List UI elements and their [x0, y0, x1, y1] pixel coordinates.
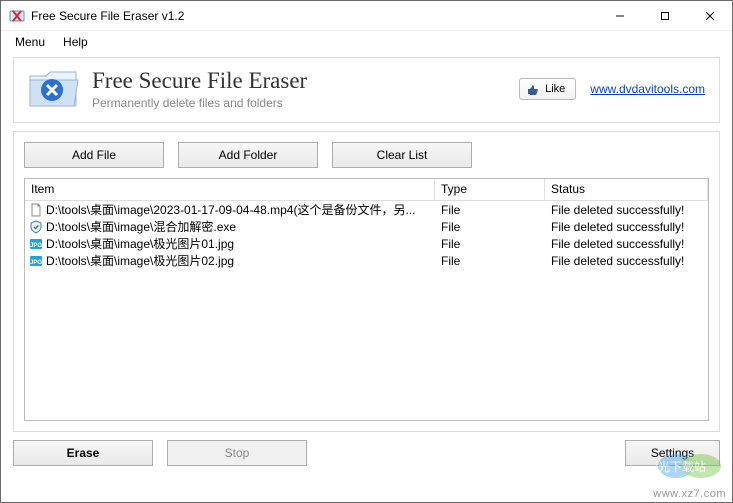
table-row[interactable]: JPG D:\tools\桌面\image\极光图片01.jpg FileFile …	[25, 235, 708, 252]
table-row[interactable]: D:\tools\桌面\image\混合加解密.exe FileFile dele…	[25, 218, 708, 235]
titlebar: Free Secure File Eraser v1.2	[1, 1, 732, 31]
file-icon	[29, 203, 43, 217]
bottom-row: Erase Stop Settings	[13, 440, 720, 466]
cell-status: File deleted successfully!	[545, 254, 708, 268]
header-text: Free Secure File Eraser Permanently dele…	[92, 68, 307, 110]
item-path: D:\tools\桌面\image\2023-01-17-09-04-48.mp…	[46, 201, 415, 218]
cell-status: File deleted successfully!	[545, 203, 708, 217]
main-panel: Add File Add Folder Clear List Item Type…	[13, 131, 720, 432]
folder-delete-icon	[28, 68, 80, 110]
col-status[interactable]: Status	[545, 179, 708, 200]
app-subtitle: Permanently delete files and folders	[92, 96, 307, 110]
item-path: D:\tools\桌面\image\极光图片01.jpg	[46, 235, 234, 252]
like-label: Like	[545, 83, 565, 95]
file-icon: JPG	[29, 237, 43, 251]
maximize-button[interactable]	[642, 1, 687, 30]
cell-type: File	[435, 203, 545, 217]
window-controls	[597, 1, 732, 30]
watermark-url: www.xz7.com	[653, 488, 726, 500]
table-row[interactable]: D:\tools\桌面\image\2023-01-17-09-04-48.mp…	[25, 201, 708, 218]
table-row[interactable]: JPG D:\tools\桌面\image\极光图片02.jpg FileFile …	[25, 252, 708, 269]
add-folder-button[interactable]: Add Folder	[178, 142, 318, 168]
menu-help[interactable]: Help	[55, 33, 96, 51]
item-path: D:\tools\桌面\image\混合加解密.exe	[46, 218, 236, 235]
svg-text:JPG: JPG	[30, 243, 42, 249]
close-button[interactable]	[687, 1, 732, 30]
clear-list-button[interactable]: Clear List	[332, 142, 472, 168]
app-title: Free Secure File Eraser	[92, 68, 307, 94]
cell-type: File	[435, 254, 545, 268]
cell-item: D:\tools\桌面\image\混合加解密.exe	[25, 218, 435, 235]
cell-item: JPG D:\tools\桌面\image\极光图片02.jpg	[25, 252, 435, 269]
add-file-button[interactable]: Add File	[24, 142, 164, 168]
cell-item: D:\tools\桌面\image\2023-01-17-09-04-48.mp…	[25, 201, 435, 218]
window-title: Free Secure File Eraser v1.2	[31, 9, 184, 23]
erase-button[interactable]: Erase	[13, 440, 153, 466]
button-row: Add File Add Folder Clear List	[24, 142, 709, 168]
svg-text:JPG: JPG	[30, 260, 42, 266]
header-panel: Free Secure File Eraser Permanently dele…	[13, 57, 720, 123]
list-rows: D:\tools\桌面\image\2023-01-17-09-04-48.mp…	[25, 201, 708, 269]
menu-menu[interactable]: Menu	[7, 33, 53, 51]
minimize-button[interactable]	[597, 1, 642, 30]
header-right: Like www.dvdavitools.com	[519, 78, 705, 100]
cell-status: File deleted successfully!	[545, 220, 708, 234]
thumb-up-icon	[526, 82, 540, 96]
site-link[interactable]: www.dvdavitools.com	[590, 82, 705, 96]
stop-button[interactable]: Stop	[167, 440, 307, 466]
cell-status: File deleted successfully!	[545, 237, 708, 251]
app-icon	[9, 8, 25, 24]
file-list[interactable]: Item Type Status D:\tools\桌面\image\2023-…	[24, 178, 709, 421]
cell-type: File	[435, 237, 545, 251]
menubar: Menu Help	[1, 31, 732, 53]
like-button[interactable]: Like	[519, 78, 576, 100]
col-type[interactable]: Type	[435, 179, 545, 200]
file-icon: JPG	[29, 254, 43, 268]
item-path: D:\tools\桌面\image\极光图片02.jpg	[46, 252, 234, 269]
cell-item: JPG D:\tools\桌面\image\极光图片01.jpg	[25, 235, 435, 252]
col-item[interactable]: Item	[25, 179, 435, 200]
file-icon	[29, 220, 43, 234]
settings-button[interactable]: Settings	[625, 440, 720, 466]
cell-type: File	[435, 220, 545, 234]
list-header: Item Type Status	[25, 179, 708, 201]
